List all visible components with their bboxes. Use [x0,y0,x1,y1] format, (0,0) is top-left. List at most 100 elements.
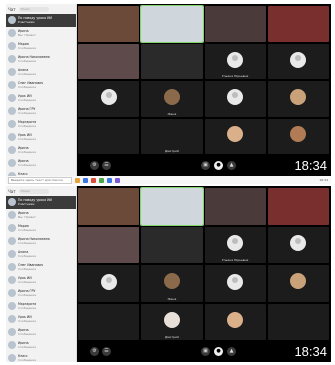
chat-list-item[interactable]: Алина Сообщение [6,248,76,261]
chat-preview: Участники [18,202,35,206]
participant-tile[interactable] [204,303,266,340]
chat-list-item[interactable]: Урок ИИ Сообщение [6,131,76,144]
participant-tile[interactable] [78,6,140,42]
participant-tile[interactable] [267,6,329,42]
mic-button[interactable]: ● [214,346,223,356]
chat-preview: Сообщение [18,241,37,245]
participant-tile[interactable] [78,188,140,225]
chat-list-item[interactable]: По поводу урока ИИ Участники [6,196,76,209]
camera-feed [204,188,266,225]
participant-tile[interactable] [267,188,329,225]
taskbar-app-icon[interactable] [115,177,120,183]
chat-list-item[interactable]: Ирина ГРУ Сообщение [6,105,76,118]
participant-tile[interactable]: Дмитрий [141,303,203,340]
participant-tile[interactable] [267,43,329,79]
avatar [8,94,16,102]
participant-tile[interactable] [267,265,329,302]
participant-name: Ульяна Юрьевна [221,74,249,78]
participant-tile[interactable] [140,187,204,226]
chat-preview: Сообщение [18,345,37,349]
taskbar-app-icon[interactable] [83,177,88,183]
search-input[interactable]: Поиск [18,6,49,12]
default-avatar-icon [227,89,244,106]
participant-tile[interactable]: Ульяна Юрьевна [204,43,266,79]
chat-list-item[interactable]: Алина Сообщение [6,66,76,79]
chat-list-item[interactable]: Маргарита Сообщение [6,118,76,131]
participant-tile[interactable] [78,81,140,117]
taskbar-search-input[interactable]: Введите здесь текст для поиска [8,176,72,184]
chat-list-item[interactable]: Олег Иванович Сообщение [6,79,76,92]
chat-list-item[interactable]: Ирина Сообщение [6,339,76,352]
settings-icon[interactable]: ⚙ [90,160,99,170]
chat-list-item[interactable]: Урок ИИ Сообщение [6,92,76,105]
chat-list-item[interactable]: Олег Иванович Сообщение [6,261,76,274]
chat-list-item[interactable]: Ирина Сообщение [6,157,76,170]
chat-list-item[interactable]: Ирина ГРУ Сообщение [6,287,76,300]
participant-tile[interactable] [267,81,329,117]
participant-photo [227,311,244,328]
taskbar-app-icon[interactable] [75,177,80,183]
taskbar-app-icon[interactable] [107,177,112,183]
participant-tile[interactable] [141,226,203,263]
chat-preview: Сообщение [18,124,37,128]
camera-button[interactable]: ▣ [201,160,210,170]
taskbar-app-icon[interactable] [99,177,104,183]
people-icon[interactable]: ☰ [102,160,111,170]
chat-list-item[interactable]: Маргарита Сообщение [6,300,76,313]
chat-sidebar: Чат Поиск По поводу урока ИИ Участники Ири… [6,186,77,362]
camera-button[interactable]: ▣ [201,346,210,356]
participant-tile[interactable]: Дмитрий [141,118,203,154]
participant-tile[interactable] [204,118,266,154]
taskbar-app-icon[interactable] [91,177,96,183]
participant-name: Женя [167,296,177,301]
participant-tile[interactable] [267,303,329,340]
chat-list-item[interactable]: Мария Сообщение [6,40,76,53]
participant-photo [163,273,180,290]
participant-tile[interactable] [204,81,266,117]
chat-preview: Вы: Привет [18,33,36,37]
participant-tile[interactable] [78,226,140,263]
chat-preview: Сообщение [18,59,37,63]
participant-tile[interactable] [204,188,266,225]
participant-tile[interactable] [78,43,140,79]
chat-list-item[interactable]: Ирина Вы: Привет [6,209,76,222]
participant-tile[interactable] [141,43,203,79]
chat-preview: Сообщение [18,46,37,50]
chat-list-item[interactable]: Ирина Сообщение [6,144,76,157]
participant-tile[interactable] [78,118,140,154]
participant-tile[interactable] [78,303,140,340]
chat-list-item[interactable]: Ирина Сообщение [6,326,76,339]
participant-photo [163,88,180,105]
camera-feed [267,188,329,225]
mic-button[interactable]: ● [214,160,223,170]
participant-photo [290,88,307,105]
video-grid: Ульяна Юрьевна Женя Дмитрий [78,187,329,340]
participant-tile[interactable] [267,118,329,154]
participant-tile[interactable] [204,6,266,42]
share-screen-button[interactable]: ▲ [227,346,236,356]
participant-tile[interactable]: Ульяна Юрьевна [204,226,266,263]
camera-feed [141,43,203,79]
chat-preview: Сообщение [18,98,37,102]
chat-list-item[interactable]: Ирина Вы: Привет [6,27,76,40]
chat-list-item[interactable]: Мария Сообщение [6,222,76,235]
default-avatar-icon [290,51,307,68]
chat-list-item[interactable]: КлассСообщение [6,352,76,362]
participant-tile[interactable] [140,5,204,43]
participant-tile[interactable] [204,265,266,302]
chat-list-item[interactable]: По поводу урока ИИ Участники [6,14,76,27]
participant-tile[interactable]: Женя [141,265,203,302]
chat-list: По поводу урока ИИ Участники Ирина Вы: Прив… [6,14,76,176]
settings-icon[interactable]: ⚙ [90,346,99,356]
chat-list-item[interactable]: Урок ИИ Сообщение [6,274,76,287]
people-icon[interactable]: ☰ [102,346,111,356]
chat-list-item[interactable]: Ирина Николаевна Сообщение [6,53,76,66]
share-screen-button[interactable]: ▲ [227,160,236,170]
participant-tile[interactable] [78,265,140,302]
chat-list-item[interactable]: Ирина Николаевна Сообщение [6,235,76,248]
default-avatar-icon [227,235,244,252]
chat-list-item[interactable]: Урок ИИ Сообщение [6,313,76,326]
participant-tile[interactable]: Женя [141,81,203,117]
participant-tile[interactable] [267,226,329,263]
search-input[interactable]: Поиск [18,188,49,194]
